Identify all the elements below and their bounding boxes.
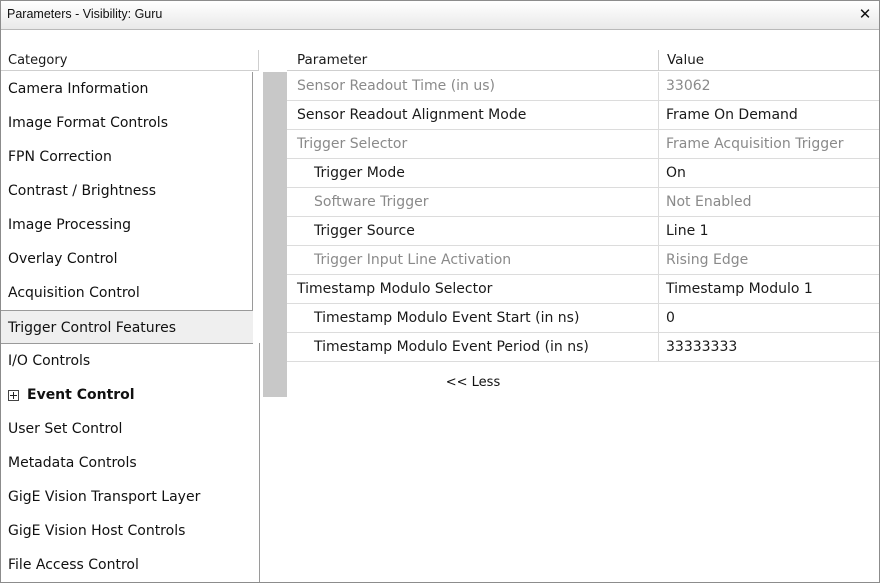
category-item[interactable]: Image Processing [1,208,253,242]
parameter-value: Frame Acquisition Trigger [666,136,844,152]
title-bar: Parameters - Visibility: Guru ✕ [1,1,879,30]
parameter-row[interactable]: Trigger Input Line Activation Rising Edge [287,246,879,275]
parameter-row[interactable]: Timestamp Modulo Event Start (in ns) 0 [287,304,879,333]
parameter-name: Software Trigger [287,188,659,216]
parameter-column-header: Parameter [287,50,659,71]
parameter-name: Trigger Source [287,217,659,245]
parameter-name: Sensor Readout Time (in us) [287,72,659,100]
parameter-value[interactable]: Timestamp Modulo 1 [666,275,878,303]
category-item[interactable]: Camera Information [1,72,253,106]
category-item[interactable]: Event Control [1,378,253,412]
category-label: Image Format Controls [8,115,168,131]
parameter-name: Trigger Input Line Activation [287,246,659,274]
row-header-strip [263,72,287,397]
category-item[interactable]: Image Format Controls [1,106,253,140]
parameter-row[interactable]: Trigger Mode On [287,159,879,188]
category-item[interactable]: GigE Vision Transport Layer [1,480,253,514]
category-label: User Set Control [8,421,123,437]
parameter-value: 33062 [666,78,711,94]
parameter-name: Trigger Mode [287,159,659,187]
value-column-header: Value [659,50,879,71]
category-divider [252,72,253,310]
parameter-value[interactable]: Line 1 [666,217,878,245]
parameter-name: Timestamp Modulo Selector [287,275,659,303]
category-item[interactable]: File Access Control [1,548,253,582]
category-divider [259,343,260,582]
category-label: Overlay Control [8,251,118,267]
category-item[interactable]: GigE Vision Host Controls [1,514,253,548]
parameter-value[interactable]: Frame On Demand [666,101,878,129]
parameter-row[interactable]: Sensor Readout Alignment Mode Frame On De… [287,101,879,130]
category-label: I/O Controls [8,353,91,369]
parameter-value[interactable]: 0 [666,304,878,332]
expand-icon[interactable] [8,389,19,401]
category-label: GigE Vision Transport Layer [8,489,201,505]
parameter-row[interactable]: Trigger Selector Frame Acquisition Trigge… [287,130,879,159]
parameter-row[interactable]: Timestamp Modulo Selector Timestamp Modul… [287,275,879,304]
category-label: GigE Vision Host Controls [8,523,186,539]
category-label: Event Control [27,387,135,403]
parameter-name: Timestamp Modulo Event Period (in ns) [287,333,659,361]
parameter-row[interactable]: Timestamp Modulo Event Period (in ns) 333… [287,333,879,362]
parameters-window: Parameters - Visibility: Guru ✕ Category… [0,0,880,583]
close-icon[interactable]: ✕ [857,5,873,23]
category-label: Trigger Control Features [8,320,176,336]
parameter-row[interactable]: Sensor Readout Time (in us) 33062 [287,72,879,101]
category-list: Camera Information Image Format Controls F… [1,72,259,582]
category-label: Acquisition Control [8,285,140,301]
parameter-name: Timestamp Modulo Event Start (in ns) [287,304,659,332]
category-label: Contrast / Brightness [8,183,157,199]
category-item[interactable]: I/O Controls [1,344,253,378]
category-label: FPN Correction [8,149,112,165]
category-item[interactable]: Acquisition Control [1,276,253,310]
parameter-row[interactable]: Software Trigger Not Enabled [287,188,879,217]
category-label: Camera Information [8,81,149,97]
parameter-row[interactable]: Trigger Source Line 1 [287,217,879,246]
category-item[interactable]: User Set Control [1,412,253,446]
category-item[interactable]: Overlay Control [1,242,253,276]
parameter-value: Rising Edge [666,252,749,268]
parameter-name: Trigger Selector [287,130,659,158]
category-item[interactable]: Metadata Controls [1,446,253,480]
category-label: Image Processing [8,217,132,233]
category-label: File Access Control [8,557,139,573]
category-item[interactable]: FPN Correction [1,140,253,174]
parameter-value[interactable]: 33333333 [666,333,878,361]
parameter-name: Sensor Readout Alignment Mode [287,101,659,129]
parameter-value[interactable]: On [666,159,878,187]
category-item[interactable]: Contrast / Brightness [1,174,253,208]
category-column-header: Category [1,50,259,71]
less-toggle-link[interactable]: << Less [287,375,659,390]
category-item[interactable]: Trigger Control Features [1,310,253,344]
parameter-value: Not Enabled [666,194,752,210]
category-label: Metadata Controls [8,455,137,471]
window-title: Parameters - Visibility: Guru [7,7,163,21]
